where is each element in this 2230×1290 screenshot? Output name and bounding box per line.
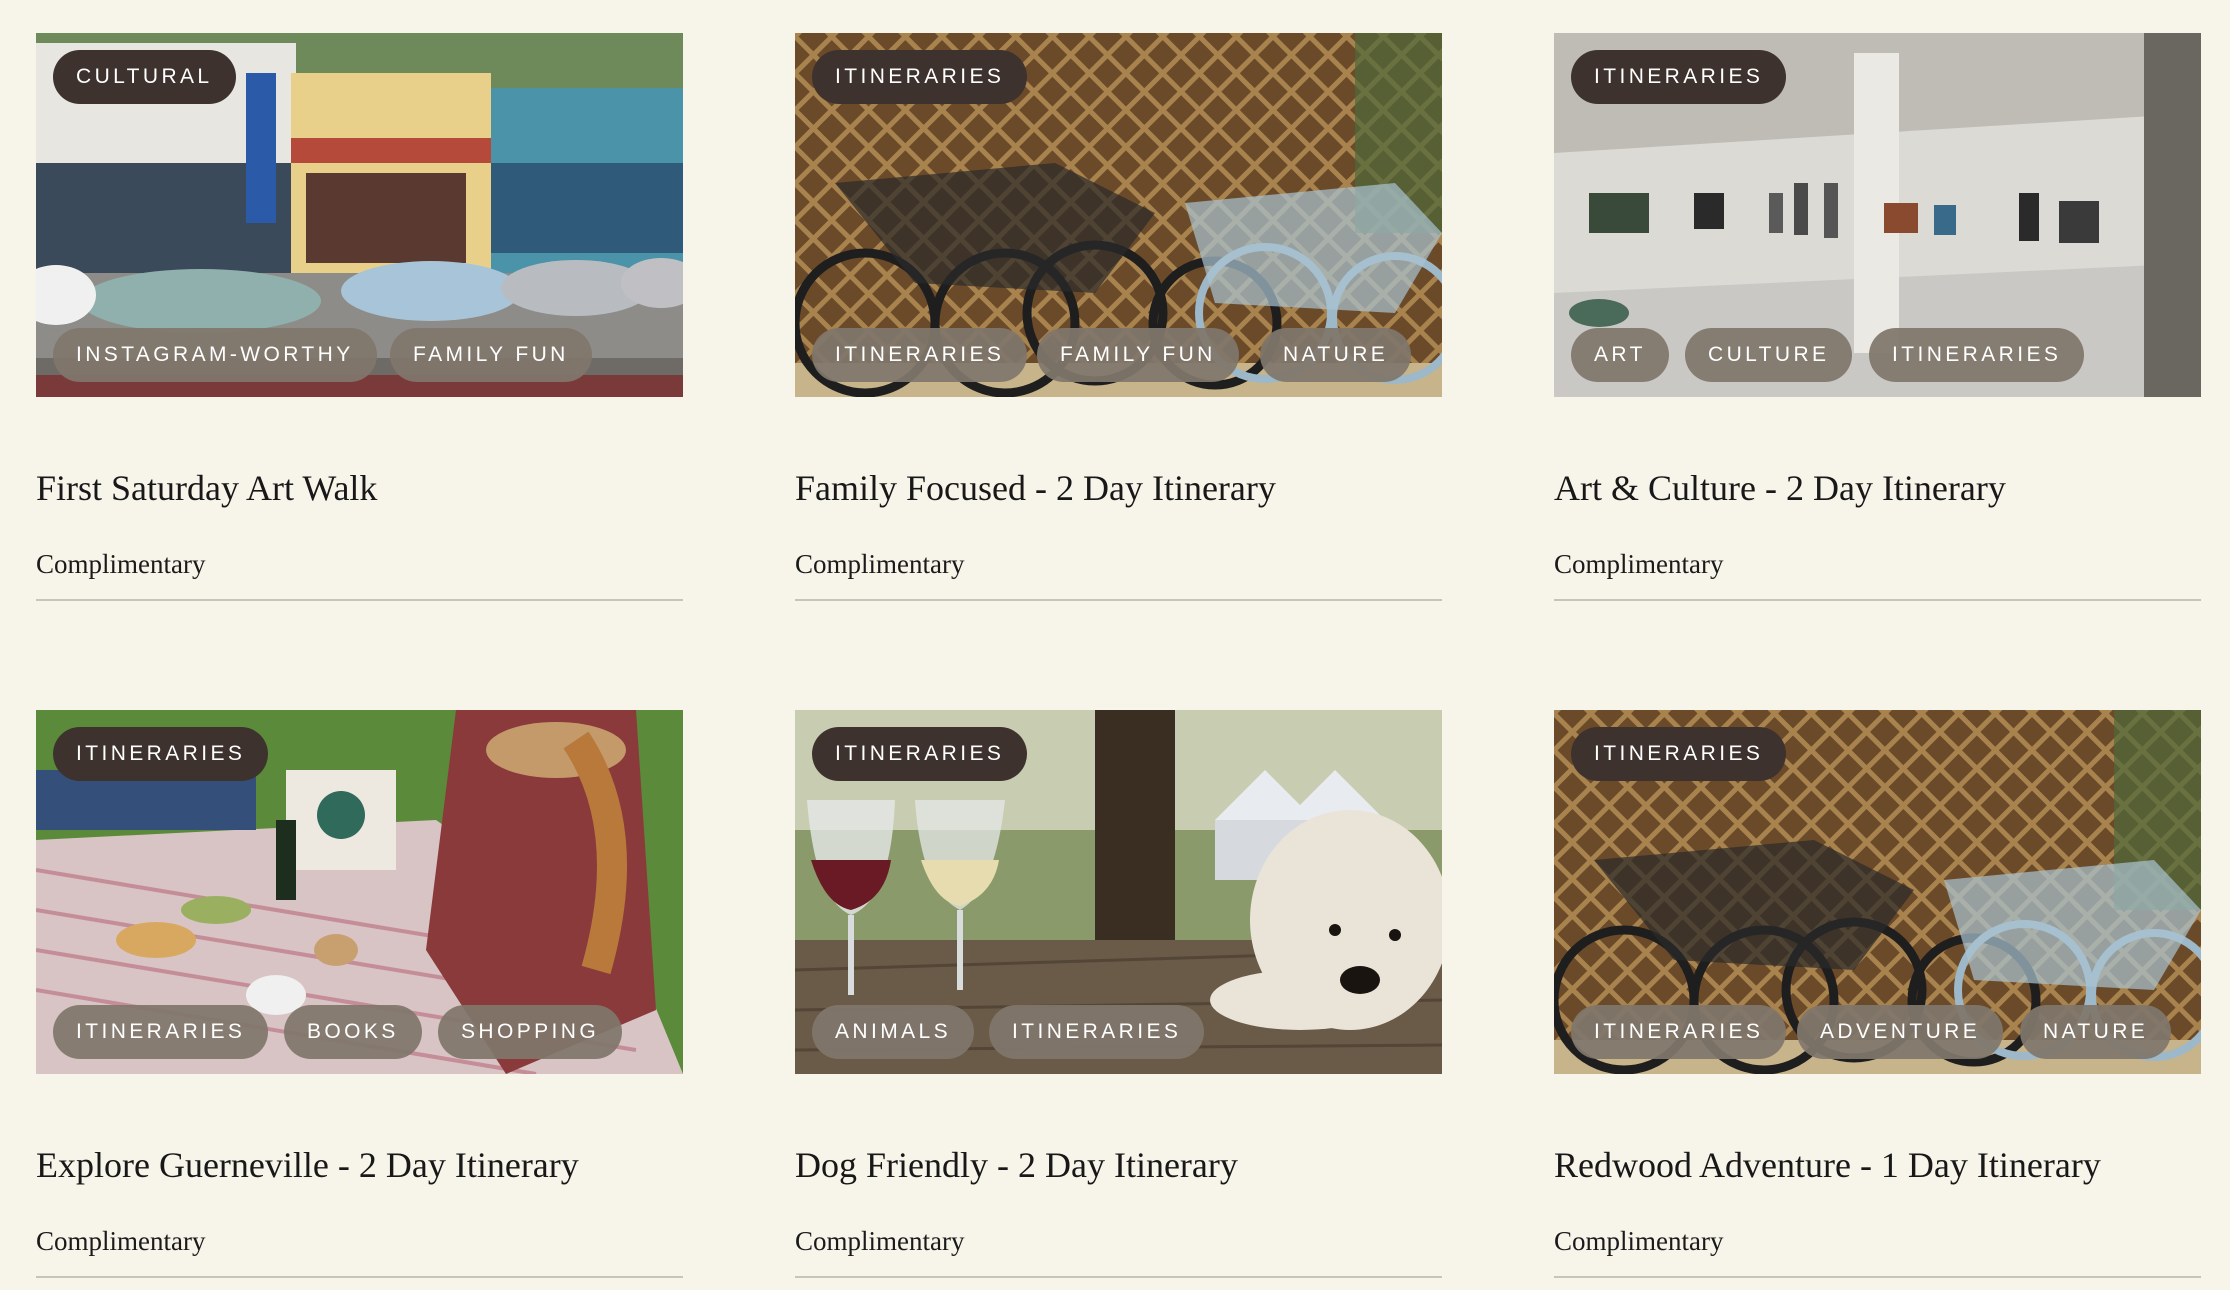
tag-chip[interactable]: ITINERARIES [989, 1005, 1205, 1059]
card-title[interactable]: First Saturday Art Walk [36, 467, 377, 509]
tag-chip[interactable]: INSTAGRAM-WORTHY [53, 328, 377, 382]
tag-chip[interactable]: FAMILY FUN [390, 328, 592, 382]
card-image-bicycles[interactable]: ITINERARIES ITINERARIES FAMILY FUN NATUR… [795, 33, 1442, 397]
card-divider [1554, 599, 2201, 601]
event-card[interactable]: ITINERARIES ITINERARIES FAMILY FUN NATUR… [795, 33, 1442, 613]
primary-category-tag[interactable]: ITINERARIES [53, 727, 269, 781]
tag-chip[interactable]: ADVENTURE [1797, 1005, 2004, 1059]
event-card[interactable]: ITINERARIES ART CULTURE ITINERARIES Art … [1554, 33, 2201, 613]
card-price: Complimentary [795, 549, 965, 579]
card-image-storefronts[interactable]: CULTURAL INSTAGRAM-WORTHY FAMILY FUN [36, 33, 683, 397]
card-divider [36, 599, 683, 601]
primary-category-tag[interactable]: ITINERARIES [1571, 50, 1787, 104]
tag-chip[interactable]: CULTURE [1685, 328, 1853, 382]
card-divider [1554, 1276, 2201, 1278]
event-card-grid: CULTURAL INSTAGRAM-WORTHY FAMILY FUN Fir… [0, 0, 2230, 1278]
event-card[interactable]: ITINERARIES ITINERARIES ADVENTURE NATURE… [1554, 710, 2201, 1290]
card-divider [795, 599, 1442, 601]
primary-category-tag[interactable]: ITINERARIES [812, 50, 1028, 104]
card-price: Complimentary [1554, 549, 1724, 579]
card-image-bicycles[interactable]: ITINERARIES ITINERARIES ADVENTURE NATURE [1554, 710, 2201, 1074]
card-title[interactable]: Redwood Adventure - 1 Day Itinerary [1554, 1144, 2101, 1186]
primary-category-tag[interactable]: ITINERARIES [812, 727, 1028, 781]
card-image-dog[interactable]: ITINERARIES ANIMALS ITINERARIES [795, 710, 1442, 1074]
card-title[interactable]: Explore Guerneville - 2 Day Itinerary [36, 1144, 579, 1186]
card-price: Complimentary [795, 1226, 965, 1256]
tag-chip[interactable]: FAMILY FUN [1037, 328, 1239, 382]
card-image-picnic[interactable]: ITINERARIES ITINERARIES BOOKS SHOPPING [36, 710, 683, 1074]
primary-category-tag[interactable]: CULTURAL [53, 50, 236, 104]
tag-chip[interactable]: NATURE [1260, 328, 1412, 382]
event-card[interactable]: ITINERARIES ITINERARIES BOOKS SHOPPING E… [36, 710, 683, 1290]
card-divider [36, 1276, 683, 1278]
tag-chip[interactable]: ITINERARIES [53, 1005, 269, 1059]
card-divider [795, 1276, 1442, 1278]
card-title[interactable]: Family Focused - 2 Day Itinerary [795, 467, 1276, 509]
tag-chip[interactable]: ANIMALS [812, 1005, 974, 1059]
tag-chip[interactable]: ITINERARIES [1571, 1005, 1787, 1059]
card-price: Complimentary [36, 549, 206, 579]
card-price: Complimentary [1554, 1226, 1724, 1256]
card-title[interactable]: Dog Friendly - 2 Day Itinerary [795, 1144, 1238, 1186]
tag-chip[interactable]: NATURE [2020, 1005, 2172, 1059]
tag-chip[interactable]: ITINERARIES [1869, 328, 2085, 382]
tag-chip[interactable]: ART [1571, 328, 1669, 382]
card-image-gallery[interactable]: ITINERARIES ART CULTURE ITINERARIES [1554, 33, 2201, 397]
tag-chip[interactable]: SHOPPING [438, 1005, 623, 1059]
card-price: Complimentary [36, 1226, 206, 1256]
event-card[interactable]: CULTURAL INSTAGRAM-WORTHY FAMILY FUN Fir… [36, 33, 683, 613]
card-title[interactable]: Art & Culture - 2 Day Itinerary [1554, 467, 2006, 509]
tag-chip[interactable]: ITINERARIES [812, 328, 1028, 382]
primary-category-tag[interactable]: ITINERARIES [1571, 727, 1787, 781]
tag-chip[interactable]: BOOKS [284, 1005, 422, 1059]
event-card[interactable]: ITINERARIES ANIMALS ITINERARIES Dog Frie… [795, 710, 1442, 1290]
